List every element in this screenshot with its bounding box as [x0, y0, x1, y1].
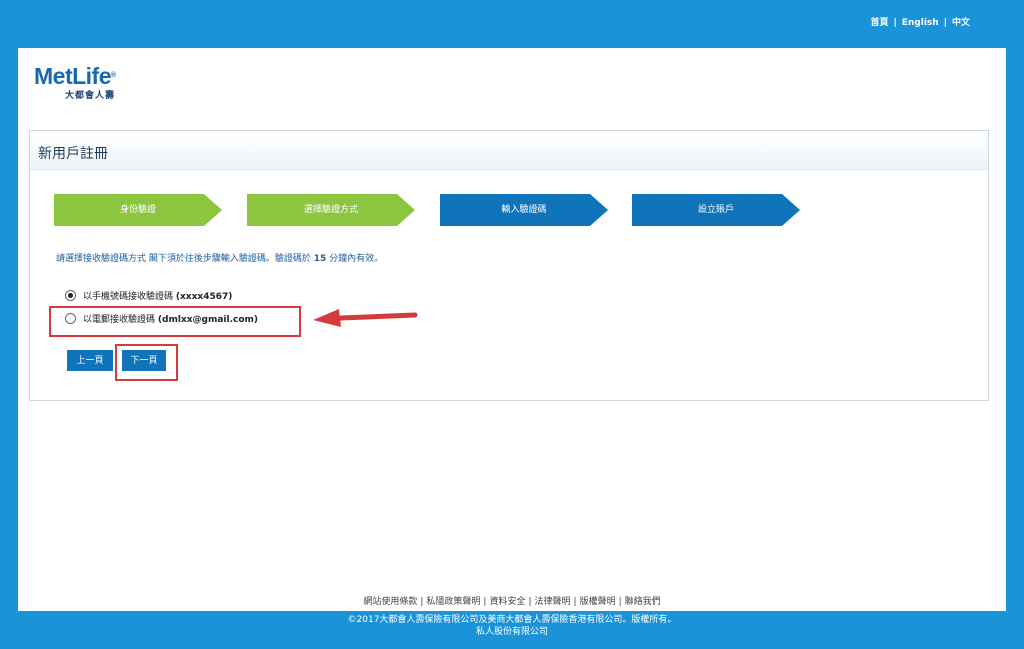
footer-security-link[interactable]: 資料安全	[489, 597, 525, 607]
home-link[interactable]: 首頁	[870, 18, 888, 28]
red-arrow-icon	[313, 309, 418, 327]
metlife-logo[interactable]: MetLife® 大都會人壽	[34, 64, 116, 101]
step-choose-method: 選擇驗證方式	[247, 194, 415, 226]
sms-option-label: 以手機號碼接收驗證碼	[83, 292, 174, 302]
instruction-minutes: 15	[313, 254, 327, 264]
footer-separator: |	[573, 597, 577, 607]
footer-separator: |	[528, 597, 532, 607]
registration-panel: 新用戶註冊 身份驗證 選擇驗證方式 輸入驗證碼 設立賬戶 請選擇接收驗證碼方式 …	[29, 130, 989, 401]
panel-header: 新用戶註冊	[30, 131, 988, 170]
nav-separator: |	[943, 18, 947, 28]
option-email[interactable]: 以電郵接收驗證碼 (dmlxx@gmail.com)	[65, 312, 258, 325]
copyright-line-1: ©2017大都會人壽保險有限公司及美商大都會人壽保險香港有限公司。版權所有。	[347, 615, 677, 625]
step-label: 身份驗證	[119, 205, 156, 215]
next-page-button[interactable]: 下一頁	[122, 350, 166, 371]
email-radio[interactable]	[65, 313, 76, 324]
previous-page-button[interactable]: 上一頁	[67, 350, 113, 371]
page-title: 新用戶註冊	[38, 146, 108, 162]
main-card: MetLife® 大都會人壽 新用戶註冊 身份驗證 選擇驗證方式 輸入驗證碼 設…	[18, 48, 1006, 611]
footer-links: 網站使用條款 | 私隱政策聲明 | 資料安全 | 法律聲明 | 版權聲明 | 聯絡我們	[0, 594, 1024, 607]
instruction-text: 請選擇接收驗證碼方式 閣下須於往後步驟輸入驗證碼。驗證碼於 15 分鐘內有效。	[56, 251, 383, 264]
step-label: 設立賬戶	[697, 205, 734, 215]
instruction-after: 分鐘內有效。	[326, 254, 384, 264]
logo-chinese-name: 大都會人壽	[65, 91, 116, 101]
footer-privacy-link[interactable]: 私隱政策聲明	[426, 597, 480, 607]
instruction-before: 請選擇接收驗證碼方式 閣下須於往後步驟輸入驗證碼。驗證碼於	[56, 254, 314, 264]
english-link[interactable]: English	[902, 18, 939, 28]
logo-brand: MetLife	[34, 63, 112, 89]
step-label: 選擇驗證方式	[303, 205, 358, 215]
logo-registered-mark: ®	[111, 72, 116, 79]
footer-separator: |	[420, 597, 424, 607]
step-identity-verification: 身份驗證	[54, 194, 222, 226]
footer-contact-link[interactable]: 聯絡我們	[625, 597, 661, 607]
copyright-line-2: 私人股份有限公司	[475, 627, 548, 637]
step-create-account: 設立賬戶	[632, 194, 800, 226]
footer-copyright-link[interactable]: 版權聲明	[580, 597, 616, 607]
email-option-value: (dmlxx@gmail.com)	[157, 315, 259, 325]
footer-legal-link[interactable]: 法律聲明	[535, 597, 571, 607]
copyright-notice: ©2017大都會人壽保險有限公司及美商大都會人壽保險香港有限公司。版權所有。 私…	[0, 614, 1024, 638]
footer-terms-link[interactable]: 網站使用條款	[363, 597, 417, 607]
logo-wordmark: MetLife®	[34, 64, 116, 88]
footer-separator: |	[483, 597, 487, 607]
nav-separator: |	[893, 18, 897, 28]
top-language-nav: 首頁 | English | 中文	[870, 15, 970, 28]
step-enter-code: 輸入驗證碼	[440, 194, 608, 226]
sms-radio[interactable]	[65, 290, 76, 301]
step-label: 輸入驗證碼	[501, 205, 547, 215]
chinese-link[interactable]: 中文	[952, 18, 970, 28]
option-sms[interactable]: 以手機號碼接收驗證碼 (xxxx4567)	[65, 289, 232, 302]
email-option-label: 以電郵接收驗證碼	[83, 315, 156, 325]
sms-option-value: (xxxx4567)	[175, 292, 233, 302]
footer-separator: |	[618, 597, 622, 607]
